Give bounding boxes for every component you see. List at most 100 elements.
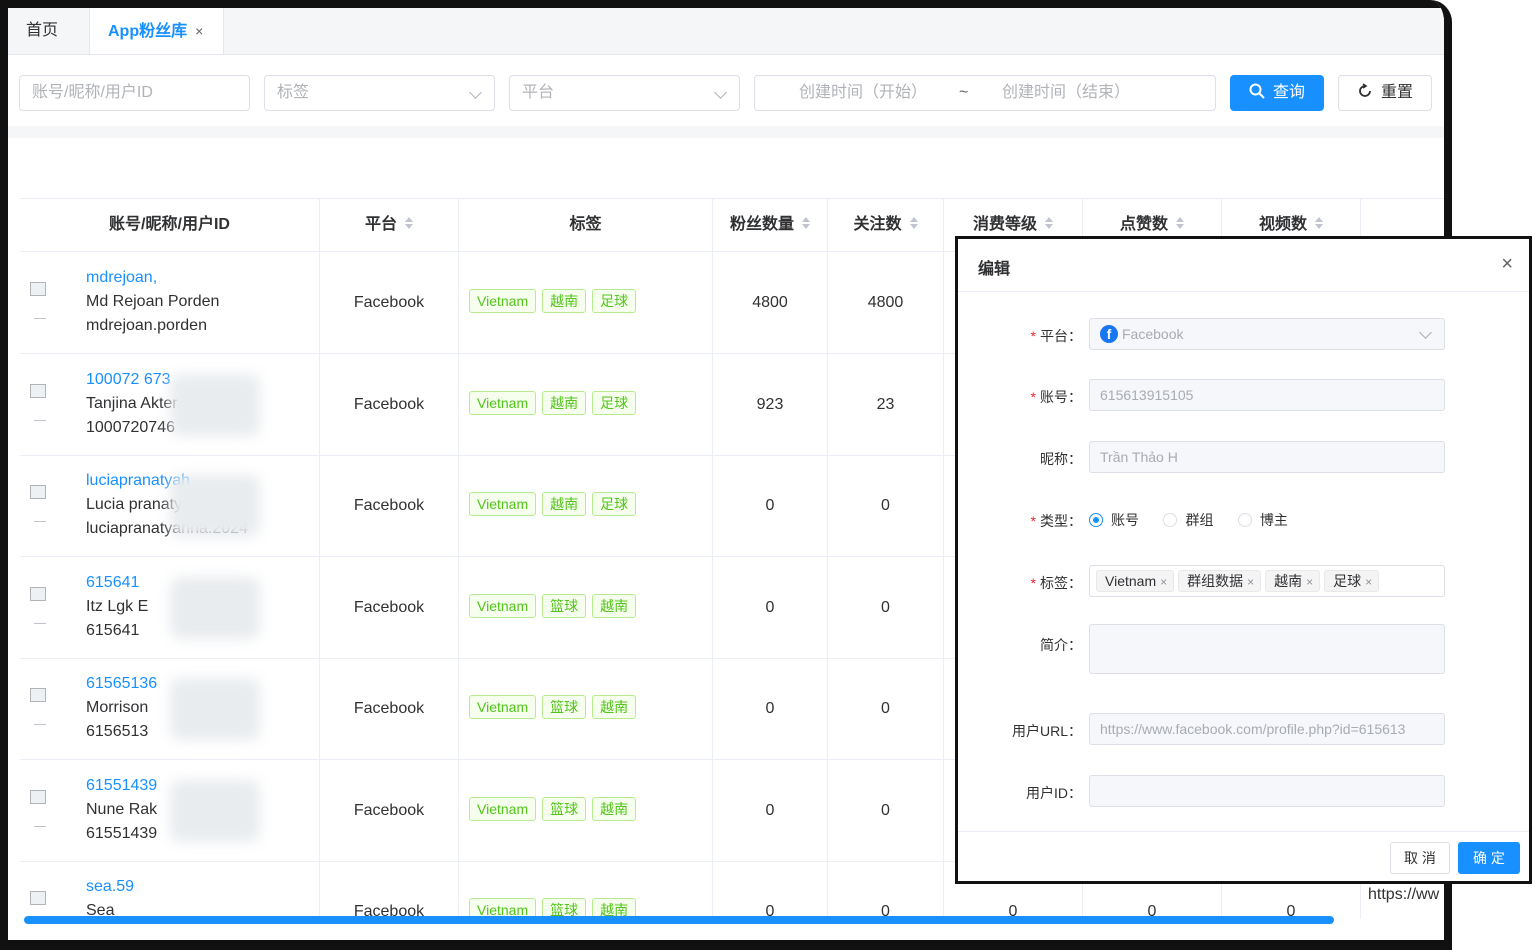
sort-icon[interactable] — [1176, 215, 1184, 231]
fans-cell: 0 — [713, 556, 828, 658]
platform-label: * 平台： — [1030, 328, 1082, 344]
type-radio-group-option[interactable]: 群组 — [1163, 510, 1213, 530]
platform-cell: Facebook — [320, 556, 459, 658]
cancel-button[interactable]: 取 消 — [1390, 842, 1450, 874]
account-link[interactable]: 615641 — [86, 571, 148, 595]
account-link[interactable]: 61565136 — [86, 672, 157, 696]
reset-button[interactable]: 重置 — [1338, 75, 1432, 111]
tag-badge: 越南 — [542, 492, 587, 516]
platform-cell: Facebook — [320, 353, 459, 455]
privacy-blur — [170, 475, 260, 537]
date-range-picker[interactable]: 创建时间（开始） ~ 创建时间（结束） — [754, 75, 1216, 111]
url-label: 用户URL： — [1011, 723, 1082, 739]
close-icon[interactable]: × — [195, 23, 203, 39]
type-radio-account[interactable]: 账号 — [1089, 510, 1139, 530]
tab-fan-library-label: App粉丝库 — [108, 23, 188, 40]
tag-badge: Vietnam — [469, 695, 537, 719]
platform-cell: Facebook — [320, 252, 459, 353]
account-field[interactable]: 615613915105 — [1089, 379, 1445, 411]
nickname-text: Tanjina Akter — [86, 394, 178, 412]
tag-badge: 篮球 — [542, 593, 587, 618]
start-date-input[interactable]: 创建时间（开始） — [799, 76, 927, 110]
avatar — [30, 282, 52, 319]
end-date-input[interactable]: 创建时间（结束） — [1002, 76, 1130, 110]
column-header-tags: 标签 — [459, 199, 713, 251]
account-link[interactable]: 100072 673 — [86, 368, 178, 392]
nickname-text: Itz Lgk E — [86, 597, 149, 615]
chevron-down-icon — [1419, 326, 1432, 339]
tag-chip: 足球 × — [1324, 570, 1380, 592]
nickname-text: Morrison — [86, 699, 149, 716]
filter-bar: 账号/昵称/用户ID 标签 平台 创建时间（开始） ~ 创建时间（结束） 查询 … — [8, 55, 1444, 137]
fans-cell: 0 — [713, 658, 828, 759]
tag-badge: Vietnam — [469, 796, 537, 821]
window-frame — [0, 0, 1444, 8]
close-icon[interactable]: × — [1306, 575, 1313, 589]
follows-cell: 23 — [828, 353, 944, 455]
nickname-text: Md Rejoan Porden — [86, 293, 220, 310]
refresh-icon — [1359, 83, 1371, 97]
bio-textarea[interactable] — [1089, 624, 1445, 674]
tab-home[interactable]: 首页 — [8, 8, 90, 54]
horizontal-scrollbar[interactable] — [24, 916, 1334, 924]
fans-cell: 923 — [713, 353, 828, 455]
chevron-down-icon — [469, 86, 482, 99]
search-button-label: 查询 — [1272, 84, 1305, 101]
tab-fan-library[interactable]: App粉丝库 × — [90, 8, 224, 54]
platform-field[interactable]: f Facebook — [1089, 318, 1445, 350]
fans-cell: 0 — [713, 861, 828, 919]
dialog-footer: 取 消 确 定 — [958, 831, 1529, 882]
tags-cell: Vietnam 越南 足球 — [459, 455, 713, 556]
column-header-platform[interactable]: 平台 — [320, 199, 459, 251]
privacy-blur — [170, 576, 260, 639]
avatar — [30, 891, 52, 911]
type-radio-blogger[interactable]: 博主 — [1237, 510, 1288, 530]
platform-select[interactable]: 平台 — [509, 75, 740, 111]
column-header-follows[interactable]: 关注数 — [828, 199, 944, 251]
platform-select-placeholder: 平台 — [522, 84, 555, 101]
avatar — [30, 586, 52, 624]
platform-cell: Facebook — [320, 455, 459, 556]
close-icon[interactable]: × — [1247, 575, 1254, 589]
close-icon[interactable]: × — [1501, 253, 1513, 276]
sort-icon[interactable] — [1045, 215, 1053, 231]
column-header-fans[interactable]: 粉丝数量 — [713, 199, 828, 251]
close-icon[interactable]: × — [1160, 575, 1167, 589]
account-link[interactable]: sea.59 — [86, 875, 134, 899]
close-icon[interactable]: × — [1365, 575, 1372, 589]
user-id-text: 6156513 — [86, 723, 149, 740]
reset-button-label: 重置 — [1380, 84, 1413, 101]
platform-cell: Facebook — [320, 861, 459, 919]
nickname-field[interactable]: Trần Thảo H — [1089, 441, 1445, 473]
tag-badge: 越南 — [542, 289, 587, 313]
window-frame — [0, 940, 1444, 950]
confirm-button[interactable]: 确 定 — [1458, 842, 1520, 874]
follows-cell: 0 — [828, 861, 944, 919]
tags-cell: Vietnam 篮球 越南 — [459, 861, 713, 919]
account-link[interactable]: 61551439 — [86, 774, 157, 798]
uid-field[interactable] — [1089, 775, 1445, 807]
url-field[interactable]: https://www.facebook.com/profile.php?id=… — [1089, 713, 1445, 745]
account-search-input[interactable]: 账号/昵称/用户ID — [19, 75, 250, 111]
user-id-text: 615641 — [86, 621, 140, 639]
dialog-header: 编辑 × — [958, 239, 1529, 292]
tag-badge: Vietnam — [469, 289, 537, 313]
sort-icon[interactable] — [1315, 215, 1323, 231]
sort-icon[interactable] — [802, 215, 810, 231]
sort-icon[interactable] — [405, 215, 413, 231]
tag-badge: 足球 — [592, 492, 637, 516]
fans-cell: 0 — [713, 455, 828, 556]
nickname-text: Nune Rak — [86, 800, 158, 818]
platform-cell: Facebook — [320, 759, 459, 861]
sort-icon[interactable] — [910, 215, 918, 231]
avatar — [30, 688, 52, 725]
range-separator: ~ — [959, 84, 969, 101]
search-button[interactable]: 查询 — [1230, 75, 1324, 111]
account-link[interactable]: mdrejoan, — [86, 266, 219, 290]
tags-select[interactable]: Vietnam × 群组数据 × 越南 × 足球 × — [1089, 565, 1445, 597]
tag-select[interactable]: 标签 — [264, 75, 495, 111]
url-cell-peek: https://ww — [1368, 886, 1440, 903]
radio-icon — [1237, 513, 1252, 528]
tag-badge: 篮球 — [542, 695, 587, 719]
follows-cell: 0 — [828, 759, 944, 861]
